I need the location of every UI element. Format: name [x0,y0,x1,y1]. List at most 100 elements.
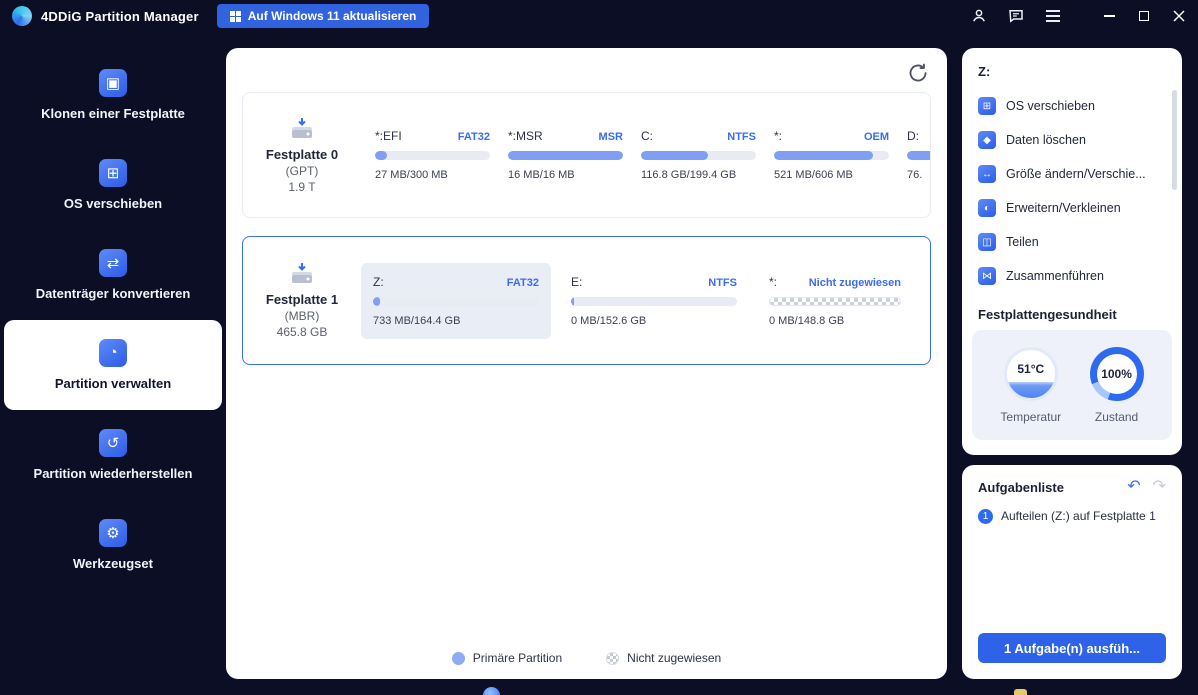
primary-partition-dot-icon [451,651,465,665]
disk-size: 465.8 GB [276,325,328,339]
action-groesse-aendern[interactable]: ↔ Größe ändern/Verschie... [962,157,1182,191]
update-windows-button[interactable]: Auf Windows 11 aktualisieren [216,4,430,28]
close-button[interactable] [1172,9,1186,23]
partition-unallocated-bar [769,296,901,306]
task-list-header: Aufgabenliste ↶ ↷ [962,465,1182,507]
actions-scrollbar[interactable] [1172,90,1177,190]
sidebar-item-label: Klonen einer Festplatte [41,105,185,121]
partition-fs: FAT32 [457,131,490,143]
partition-fs: NTFS [727,131,756,143]
sidebar-item-wiederherstellen[interactable]: ↺ Partition wiederherstellen [4,410,222,500]
task-text: Aufteilen (Z:) auf Festplatte 1 [1001,509,1156,523]
legend-label: Nicht zugewiesen [627,651,722,665]
partition-label: *:EFI [375,129,402,143]
execute-tasks-button[interactable]: 1 Aufgabe(n) ausfüh... [978,633,1166,663]
partition-list: Z: FAT32 733 MB/164.4 GB E: NTFS 0 MB/152.… [361,262,930,339]
partition-usage-bar [373,296,539,306]
task-item[interactable]: 1 Aufteilen (Z:) auf Festplatte 1 [962,507,1182,526]
partition-c[interactable]: C: NTFS 116.8 GB/199.4 GB [641,129,756,181]
action-teilen[interactable]: ◫ Teilen [962,225,1182,259]
taskbar-app-icon[interactable] [1014,689,1027,695]
action-daten-loeschen[interactable]: ◆ Daten löschen [962,123,1182,157]
refresh-button[interactable] [905,60,931,86]
split-partition-icon: ◫ [978,233,996,251]
account-icon[interactable] [969,6,989,26]
resize-move-icon: ↔ [978,165,996,183]
temperature-gauge: 51°C Temperatur [1000,346,1062,424]
selected-partition-title: Z: [978,64,991,79]
disk-info-1: Festplatte 1 (MBR) 465.8 GB [243,262,361,339]
disk-size: 1.9 T [288,179,316,194]
action-os-verschieben[interactable]: ⊞ OS verschieben [962,89,1182,123]
partition-recover-icon: ↺ [99,428,127,457]
os-migrate-icon: ⊞ [99,158,127,187]
partition-unallocated[interactable]: *: Nicht zugewiesen 0 MB/148.8 GB [757,263,913,339]
sidebar-item-label: Partition verwalten [54,375,172,391]
partition-usage-text: 76. [907,169,923,181]
partition-z[interactable]: Z: FAT32 733 MB/164.4 GB [361,262,551,339]
partition-usage-bar [508,151,623,160]
action-label: Erweitern/Verkleinen [1006,201,1121,215]
toolkit-icon: ⚙ [99,518,127,547]
partition-d[interactable]: D: 76. [907,129,930,181]
undo-icon[interactable]: ↶ [1127,479,1140,495]
sidebar-item-label: OS verschieben [63,195,163,211]
partition-usage-text: 0 MB/148.8 GB [769,314,845,327]
partition-label: *: [769,274,778,289]
convert-disk-icon: ⇄ [99,248,127,277]
sidebar-item-label: Werkzeugset [73,555,153,571]
disk-icon [292,117,312,138]
disk-card-0[interactable]: Festplatte 0 (GPT) 1.9 T *:EFI FAT32 27 M… [242,92,931,218]
temperature-value: 51°C [1017,361,1045,376]
extend-shrink-icon: ◐ [978,199,996,217]
partition-usage-bar [641,151,756,160]
disk-card-1[interactable]: Festplatte 1 (MBR) 465.8 GB Z: FAT32 733 … [242,236,931,365]
partition-fs: OEM [863,131,889,143]
partition-usage-bar [907,151,930,160]
action-label: Daten löschen [1006,133,1086,147]
maximize-button[interactable] [1137,9,1151,23]
legend-unallocated: Nicht zugewiesen [606,651,721,665]
os-migrate-icon: ⊞ [978,97,996,115]
disk-type: (GPT) [285,163,319,178]
task-number-badge: 1 [978,509,993,524]
partition-fs: Nicht zugewiesen [808,276,901,289]
partition-label: Z: [373,274,384,289]
action-label: Teilen [1006,235,1039,249]
action-erweitern-verkleinen[interactable]: ◐ Erweitern/Verkleinen [962,191,1182,225]
minimize-button[interactable] [1102,9,1116,23]
sidebar-item-os-verschieben[interactable]: ⊞ OS verschieben [4,140,222,230]
sidebar: ▣ Klonen einer Festplatte ⊞ OS verschieb… [0,32,226,695]
health-label: Zustand [1094,409,1139,424]
sidebar-item-klonen[interactable]: ▣ Klonen einer Festplatte [4,50,222,140]
partition-oem[interactable]: *: OEM 521 MB/606 MB [774,129,889,181]
redo-icon[interactable]: ↷ [1153,479,1166,495]
disk-name: Festplatte 1 [265,292,339,307]
feedback-icon[interactable] [1006,6,1026,26]
partition-msr[interactable]: *:MSR MSR 16 MB/16 MB [508,129,623,181]
partition-label: *:MSR [508,129,543,143]
partition-list: *:EFI FAT32 27 MB/300 MB *:MSR MSR 16 MB/1… [361,129,930,181]
disk-overview-panel: Festplatte 0 (GPT) 1.9 T *:EFI FAT32 27 M… [226,48,947,679]
disk-info-0: Festplatte 0 (GPT) 1.9 T [243,117,361,194]
partition-usage-text: 27 MB/300 MB [375,169,448,181]
sidebar-item-partition-verwalten[interactable]: ◔ Partition verwalten [4,320,222,410]
partition-actions-panel: Z: ⊞ OS verschieben ◆ Daten löschen ↔ Gr… [962,48,1182,455]
partition-e[interactable]: E: NTFS 0 MB/152.6 GB [559,263,749,339]
partition-label: *: [774,129,783,143]
partition-usage-bar [375,151,490,160]
task-list-panel: Aufgabenliste ↶ ↷ 1 Aufteilen (Z:) auf F… [962,465,1182,679]
action-label: OS verschieben [1006,99,1095,113]
taskbar-app-icon[interactable] [483,687,500,695]
partition-efi[interactable]: *:EFI FAT32 27 MB/300 MB [375,129,490,181]
action-zusammenfuehren[interactable]: ⋈ Zusammenführen [962,259,1182,293]
sidebar-item-konvertieren[interactable]: ⇄ Datenträger konvertieren [4,230,222,320]
partition-fs: NTFS [708,276,737,289]
sidebar-item-werkzeugset[interactable]: ⚙ Werkzeugset [4,500,222,590]
legend: Primäre Partition Nicht zugewiesen [226,651,947,665]
disk-health-card: 51°C Temperatur 100% Zustand [972,330,1172,440]
temperature-label: Temperatur [1000,409,1062,424]
partition-usage-bar [571,296,737,306]
task-list-title: Aufgabenliste [978,479,1064,495]
menu-icon[interactable] [1043,6,1063,26]
